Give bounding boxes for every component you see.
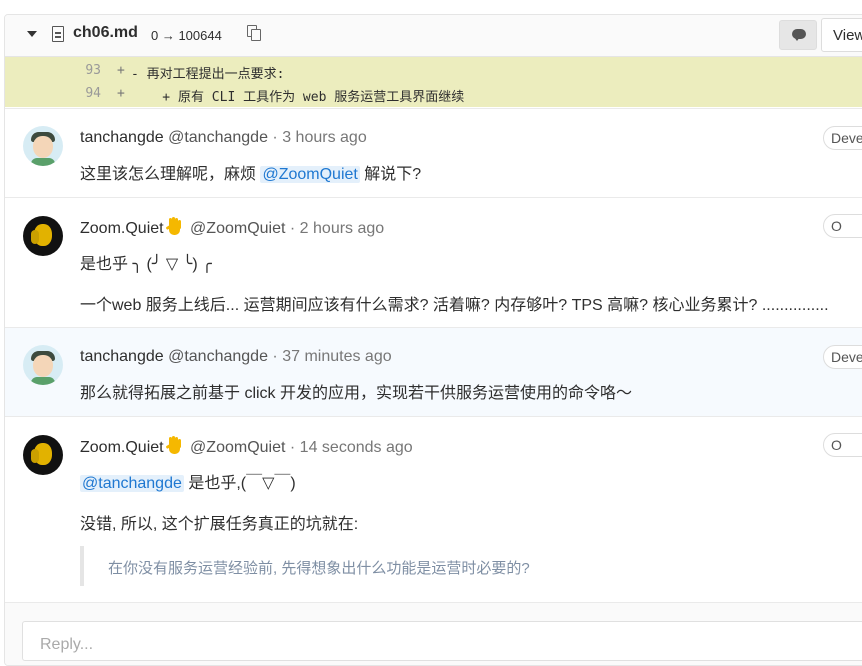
vulcan-salute-icon [165, 436, 182, 454]
reply-area [5, 602, 862, 665]
note-timestamp[interactable]: 37 minutes ago [282, 348, 391, 365]
reply-box[interactable] [22, 621, 862, 661]
comment-note: Zoom.Quiet @ZoomQuiet · 14 seconds ago O… [5, 416, 862, 602]
diff-file-panel: ch06.md 0 → 100644 View 93 + - 再对工程提出一点要… [4, 14, 862, 666]
view-file-button[interactable]: View [821, 18, 862, 52]
note-body-line: @tanchangde 是也乎,(￣▽￣) [80, 475, 296, 492]
comment-note: Zoom.Quiet @ZoomQuiet · 2 hours ago O 是也… [5, 197, 862, 327]
diff-code: + 原有 CLI 工具作为 web 服务运营工具界面继续 [131, 90, 465, 105]
avatar[interactable] [23, 345, 63, 385]
comment-note: tanchangde @tanchangde · 37 minutes ago … [5, 327, 862, 416]
user-mention[interactable]: @ZoomQuiet [260, 166, 360, 183]
copy-file-path-icon[interactable] [247, 25, 261, 41]
note-timestamp[interactable]: 14 seconds ago [300, 439, 413, 456]
author-username[interactable]: @ZoomQuiet [190, 439, 285, 456]
comment-note: tanchangde @tanchangde · 3 hours ago Dev… [5, 108, 862, 197]
avatar[interactable] [23, 126, 63, 166]
avatar[interactable] [23, 435, 63, 475]
vulcan-salute-icon [165, 217, 182, 235]
author-name[interactable]: tanchangde [80, 129, 164, 146]
file-name[interactable]: ch06.md [73, 24, 138, 42]
quote-text: 在你没有服务运营经验前, 先得想象出什么功能是运营时必要的? [108, 560, 530, 577]
file-icon [52, 26, 64, 42]
diff-sign: + [117, 63, 125, 78]
author-name[interactable]: tanchangde [80, 348, 164, 365]
role-badge: Deve [823, 345, 862, 369]
diff-lines: 93 + - 再对工程提出一点要求: 94 + + 原有 CLI 工具作为 we… [5, 57, 862, 107]
comment-bubble-icon [792, 29, 806, 41]
role-badge: O [823, 433, 862, 457]
note-author: tanchangde @tanchangde · 37 minutes ago [80, 348, 392, 365]
note-body-line: 是也乎 ╮ (╯ ▽ ╰) ╭ [80, 256, 212, 273]
diff-code: - 再对工程提出一点要求: [131, 67, 285, 82]
author-username[interactable]: @tanchangde [168, 129, 268, 146]
diff-line: 94 + + 原有 CLI 工具作为 web 服务运营工具界面继续 [5, 82, 862, 105]
top-strip-cutoff [0, 0, 862, 14]
diff-line: 93 + - 再对工程提出一点要求: [5, 59, 862, 82]
note-author: tanchangde @tanchangde · 3 hours ago [80, 129, 367, 146]
role-badge: O [823, 214, 862, 238]
author-username[interactable]: @tanchangde [168, 348, 268, 365]
file-mode-change: 0 → 100644 [151, 28, 222, 43]
note-body: 那么就得拓展之前基于 click 开发的应用，实现若干供服务运营使用的命令咯～ [80, 385, 633, 402]
note-body-line: 没错, 所以, 这个扩展任务真正的坑就在: [80, 516, 359, 533]
author-username[interactable]: @ZoomQuiet [190, 220, 285, 237]
avatar[interactable] [23, 216, 63, 256]
role-badge: Deve [823, 126, 862, 150]
note-author: Zoom.Quiet @ZoomQuiet · 2 hours ago [80, 217, 385, 238]
line-number[interactable]: 94 [59, 86, 101, 101]
line-number[interactable]: 93 [59, 63, 101, 78]
note-timestamp[interactable]: 2 hours ago [300, 220, 385, 237]
author-name[interactable]: Zoom.Quiet [80, 439, 164, 456]
author-name[interactable]: Zoom.Quiet [80, 220, 164, 237]
toggle-comments-button[interactable] [779, 20, 817, 50]
blockquote: 在你没有服务运营经验前, 先得想象出什么功能是运营时必要的? [80, 546, 862, 586]
collapse-caret-icon[interactable] [27, 31, 37, 37]
diff-sign: + [117, 86, 125, 101]
user-mention[interactable]: @tanchangde [80, 475, 184, 492]
note-author: Zoom.Quiet @ZoomQuiet · 14 seconds ago [80, 436, 413, 457]
reply-input[interactable] [23, 622, 862, 660]
note-body-line: 一个web 服务上线后... 运营期间应该有什么需求? 活着嘛? 内存够叶? T… [80, 297, 829, 314]
file-header: ch06.md 0 → 100644 View [5, 15, 862, 57]
note-body: 这里该怎么理解呢，麻烦 @ZoomQuiet 解说下? [80, 166, 422, 183]
note-timestamp[interactable]: 3 hours ago [282, 129, 367, 146]
